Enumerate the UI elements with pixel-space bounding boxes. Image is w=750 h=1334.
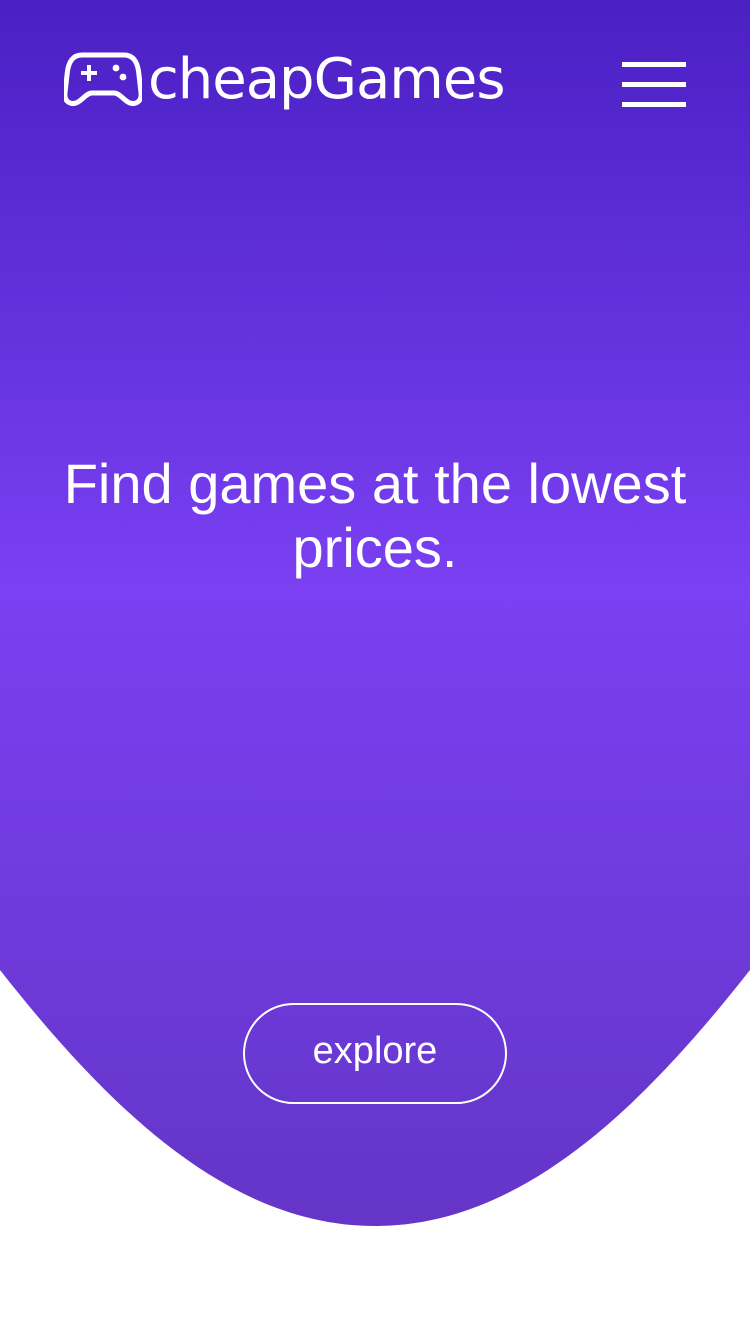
- landing-page: cheapGames Find games at the lowest pric…: [0, 0, 750, 1334]
- header: cheapGames: [0, 0, 750, 160]
- logo[interactable]: cheapGames: [64, 44, 505, 114]
- logo-text: cheapGames: [148, 47, 505, 112]
- explore-button[interactable]: explore: [243, 1003, 507, 1104]
- gamepad-icon: [64, 52, 142, 106]
- menu-button[interactable]: [622, 62, 686, 110]
- hero-headline: Find games at the lowest prices.: [63, 452, 687, 579]
- menu-bar-middle: [622, 82, 686, 87]
- menu-bar-bottom: [622, 102, 686, 107]
- menu-bar-top: [622, 62, 686, 67]
